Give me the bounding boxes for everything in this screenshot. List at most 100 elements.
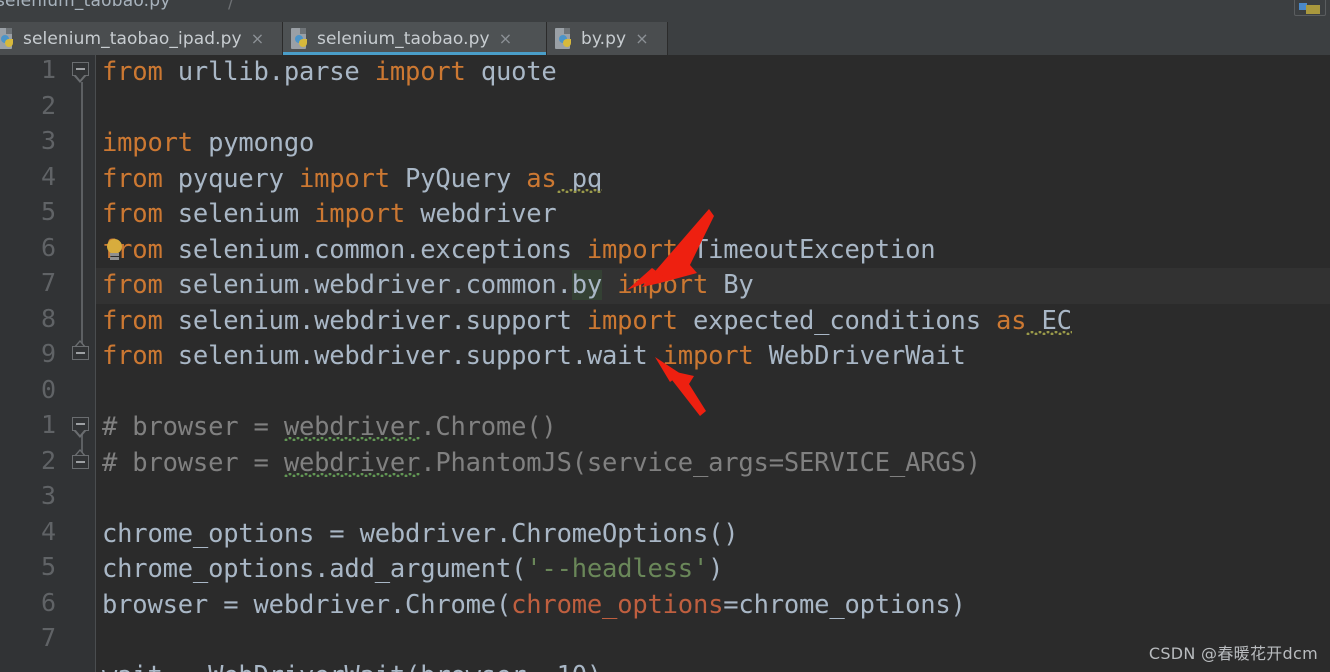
line-number: 4	[40, 161, 56, 191]
token-module: selenium	[162, 199, 315, 229]
token-keyword: import	[586, 234, 678, 265]
tab-close-icon[interactable]: ×	[249, 30, 264, 47]
code-line[interactable]: browser = webdriver.Chrome(chrome_option…	[96, 588, 1330, 624]
token-module: selenium.common.exceptions	[162, 234, 587, 265]
code-text-area[interactable]: from urllib.parse import quote import py…	[96, 55, 1330, 672]
token-name: expected_conditions	[677, 305, 996, 336]
token-module: selenium.webdriver.support.	[162, 341, 587, 371]
code-line-empty[interactable]	[96, 375, 1330, 411]
token-keyword: from	[102, 270, 163, 300]
line-number: 6	[40, 232, 56, 262]
csdn-watermark: CSDN @春暖花开dcm	[1148, 644, 1318, 663]
token-keyword: import	[662, 341, 754, 371]
tab-close-icon[interactable]: ×	[633, 30, 648, 47]
fold-marker-end-imports[interactable]	[72, 340, 91, 368]
toolbar-corner-icon[interactable]	[1294, 0, 1326, 16]
token-statement: chrome_options.add_argument(	[102, 554, 527, 584]
token-keyword: from	[102, 305, 163, 336]
token-name: By	[708, 270, 754, 300]
token-keyword: import	[102, 128, 193, 158]
fold-marker-end-comments[interactable]	[72, 449, 91, 477]
token-keyword: import	[314, 199, 406, 229]
token-name: quote	[465, 57, 557, 87]
code-line[interactable]: from selenium.common.exceptions import T…	[96, 233, 1330, 269]
code-line[interactable]: import pymongo	[96, 126, 1330, 162]
line-number: 0	[40, 374, 56, 404]
tab-label: selenium_taobao_ipad.py	[23, 28, 242, 49]
code-line-empty[interactable]	[96, 623, 1330, 659]
token-comment: .PhantomJS(service_args=SERVICE_ARGS)	[420, 447, 981, 478]
tab-selenium-taobao-ipad[interactable]: selenium_taobao_ipad.py ×	[0, 22, 283, 55]
tab-by-py[interactable]: by.py ×	[547, 22, 668, 55]
fold-marker-collapse-comments[interactable]	[72, 417, 91, 439]
code-line-comment[interactable]: # browser = webdriver.Chrome()	[96, 410, 1330, 446]
python-file-icon	[555, 27, 574, 50]
line-number: 8	[40, 303, 56, 333]
line-number: 7	[40, 623, 56, 652]
token-keyword: import	[617, 270, 709, 300]
token-keyword	[647, 341, 662, 371]
line-number-gutter[interactable]: 1 2 3 4 5 6 7 8 9 0 1 2 3 4 5 6 7	[0, 55, 62, 672]
code-line[interactable]: chrome_options = webdriver.ChromeOptions…	[96, 517, 1330, 553]
code-line[interactable]: from pyquery import PyQuery as pq	[96, 162, 1330, 198]
code-line[interactable]: from selenium.webdriver.support.wait imp…	[96, 339, 1330, 375]
token-comment-typo: webdriver	[283, 412, 421, 442]
tab-selenium-taobao[interactable]: selenium_taobao.py ×	[283, 22, 547, 55]
token-name: pymongo	[192, 128, 315, 158]
line-number: 3	[40, 126, 56, 155]
tab-label: selenium_taobao.py	[317, 28, 490, 49]
line-number: 1	[40, 55, 56, 84]
line-number: 2	[40, 445, 56, 475]
code-line-comment[interactable]: # browser = webdriver.PhantomJS(service_…	[96, 446, 1330, 482]
token-name: webdriver	[405, 199, 557, 229]
token-keyword: import	[298, 163, 390, 194]
line-number: 5	[40, 197, 56, 226]
token-keyword: as	[996, 305, 1027, 336]
fold-region-line	[81, 82, 83, 360]
token-statement: browser = webdriver.Chrome(	[102, 589, 512, 620]
code-line[interactable]: chrome_options.add_argument('--headless'…	[96, 552, 1330, 588]
token-selected-identifier: by	[571, 270, 603, 300]
code-line[interactable]: from selenium.webdriver.support import e…	[96, 304, 1330, 340]
token-statement: )	[708, 554, 724, 584]
line-number: 3	[40, 481, 56, 510]
code-line[interactable]: from selenium import webdriver	[96, 197, 1330, 233]
corner-icon-square-yellow	[1306, 5, 1320, 14]
token-comment: # browser =	[102, 412, 284, 442]
token-keyword: from	[102, 163, 163, 194]
token-name: WebDriverWait	[753, 341, 966, 371]
token-keyword: from	[102, 199, 163, 229]
editor-tab-bar: selenium_taobao_ipad.py × selenium_taoba…	[0, 22, 1330, 55]
token-keyword	[602, 270, 617, 300]
token-keyword: as	[526, 163, 557, 194]
token-alias: EC	[1026, 305, 1072, 336]
tab-label: by.py	[581, 28, 627, 49]
token-keyword: import	[586, 305, 678, 336]
code-line-clipped[interactable]: wait = WebDriverWait(browser, 10)	[96, 659, 1330, 672]
code-line-current[interactable]: from selenium.webdriver.common.by import…	[96, 268, 1330, 304]
token-alias: pq	[556, 163, 603, 194]
intention-bulb-icon[interactable]	[105, 238, 125, 263]
python-file-icon	[291, 27, 310, 50]
token-statement: =chrome_options)	[723, 589, 966, 620]
code-line-empty[interactable]	[96, 91, 1330, 127]
code-editor[interactable]: 1 2 3 4 5 6 7 8 9 0 1 2 3 4 5 6 7 from u…	[0, 55, 1330, 672]
line-number: 1	[40, 410, 56, 439]
breadcrumb-bar: selenium_taobao.py /	[0, 0, 1330, 22]
token-name: TimeoutException	[677, 234, 936, 265]
code-line-empty[interactable]	[96, 481, 1330, 517]
token-comment: .Chrome()	[420, 412, 557, 442]
line-number: 5	[40, 552, 56, 581]
code-folding-strip[interactable]	[62, 55, 96, 672]
code-line[interactable]: from urllib.parse import quote	[96, 55, 1330, 91]
token-module: pyquery	[162, 163, 299, 194]
tab-close-icon[interactable]: ×	[497, 30, 512, 47]
line-number: 9	[40, 339, 56, 368]
line-number: 7	[40, 268, 56, 297]
fold-marker-collapse-imports[interactable]	[72, 62, 91, 84]
token-comment: # browser =	[102, 447, 284, 478]
breadcrumb-path[interactable]: selenium_taobao.py	[0, 0, 170, 11]
line-number: 4	[40, 516, 56, 546]
token-module: selenium.webdriver.common.	[162, 270, 572, 300]
token-module: selenium.webdriver.support	[162, 305, 587, 336]
